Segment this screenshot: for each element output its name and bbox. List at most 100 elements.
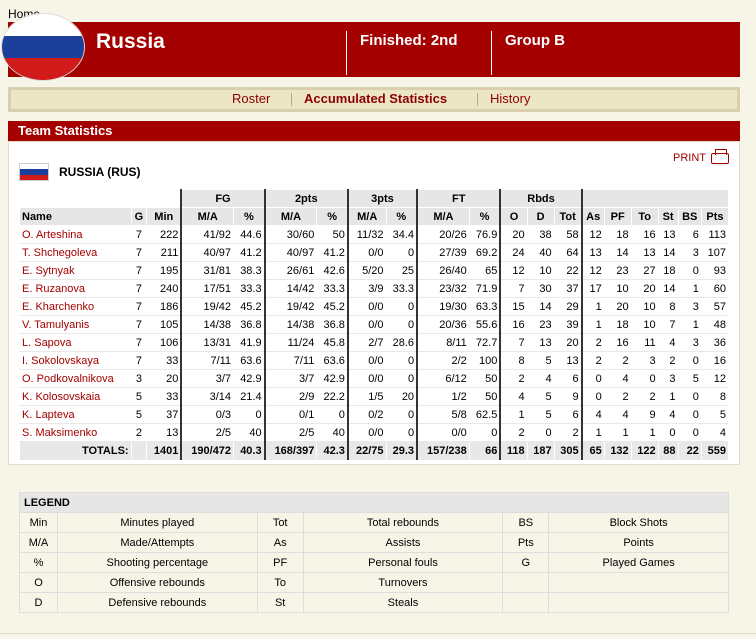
player-name-link[interactable]: S. Maksimenko [19,423,132,442]
stat-cell: 71.9 [468,279,501,298]
total-cell: 305 [553,441,583,460]
stat-cell: 3 [130,369,148,388]
column-header: PF [603,207,632,226]
tab-accumulated-statistics[interactable]: Accumulated Statistics [304,91,447,106]
legend-title: LEGEND [19,492,729,513]
stat-cell: 39 [553,315,583,334]
legend-row: O Offensive rebounds To Turnovers [19,572,729,593]
stat-cell: 28.6 [385,333,418,352]
table-row: K. Lapteva 5 37 0/3 0 0/1 0 0/2 0 5/8 62.5 1 5 6 4 4 9 4 0… [19,405,730,424]
fg-group-header: FG [180,189,266,208]
stat-cell: 12 [580,261,605,280]
stat-cell: 0/0 [346,423,387,442]
stat-cell: 0/1 [263,405,318,424]
stat-cell: 23 [603,261,632,280]
stat-cell: 1 [499,405,528,424]
stat-cell: 62.5 [468,405,501,424]
total-cell: 187 [526,441,555,460]
stat-cell: 25 [385,261,418,280]
stat-cell: 3 [677,333,702,352]
total-cell: 190/472 [180,441,235,460]
stat-cell: 0 [385,315,418,334]
stat-cell: 40/97 [263,243,318,262]
player-name-link[interactable]: K. Lapteva [19,405,132,424]
stat-cell: 5 [130,405,148,424]
column-header: O [499,207,528,226]
player-name-link[interactable]: V. Tamulyanis [19,315,132,334]
legend-description: Steals [302,592,504,613]
stat-cell: 36.8 [233,315,266,334]
tab-history[interactable]: History [490,91,530,106]
legend-row: D Defensive rebounds St Steals [19,592,729,613]
legend-description [548,572,729,593]
player-name-link[interactable]: E. Ruzanova [19,279,132,298]
column-header: % [468,207,501,226]
player-name-link[interactable]: K. Kolosovskaia [19,387,132,406]
stat-cell: 38 [526,225,555,244]
stat-cell: 45.2 [316,297,349,316]
stat-cell: 41.2 [316,243,349,262]
table-row: T. Shchegoleva 7 211 40/97 41.2 40/97 41.2 0/0 0… [19,243,730,262]
stat-cell: 22.2 [316,387,349,406]
stat-cell: 2 [603,387,632,406]
stat-cell: 12 [580,225,605,244]
stat-cell: 2 [553,423,583,442]
totals-row: TOTALS: 1401 190/472 40.3 168/397 42.3 22/75 29… [19,441,730,460]
player-name-link[interactable]: O. Arteshina [19,225,132,244]
stat-cell: 4 [526,369,555,388]
stat-cell: 45.2 [233,297,266,316]
stat-cell: 16 [630,225,659,244]
legend-abbr: Pts [502,532,550,553]
stat-cell: 5 [677,369,702,388]
player-name-link[interactable]: O. Podkovalnikova [19,369,132,388]
stat-cell: 106 [146,333,182,352]
legend-description: Defensive rebounds [56,592,258,613]
player-name-link[interactable]: L. Sapova [19,333,132,352]
stat-cell: 1 [580,315,605,334]
player-name-link[interactable]: T. Shchegoleva [19,243,132,262]
print-link[interactable]: PRINT [673,152,706,164]
legend-description: Assists [302,532,504,553]
stat-cell: 211 [146,243,182,262]
stat-cell: 1/5 [346,387,387,406]
stat-cell: 2 [657,351,679,370]
column-header: M/A [180,207,235,226]
russia-flag-icon [19,163,49,181]
legend-abbr: To [256,572,304,593]
stat-cell: 7 [130,261,148,280]
player-name-link[interactable]: E. Sytnyak [19,261,132,280]
stat-cell: 1 [580,423,605,442]
legend-description: Total rebounds [302,512,504,533]
stat-cell: 36 [700,333,730,352]
column-header: To [630,207,659,226]
tab-roster[interactable]: Roster [232,91,270,106]
stat-cell: 18 [603,315,632,334]
stat-cell: 57 [700,297,730,316]
legend-abbr: % [19,552,58,573]
stat-cell: 8 [657,297,679,316]
player-name-link[interactable]: E. Kharchenko [19,297,132,316]
stat-cell: 40 [233,423,266,442]
column-header-row: Name G Min M/A% M/A% M/A% M/A% O D Tot As PF To St BS P… [19,207,730,226]
column-header: % [385,207,418,226]
stat-cell: 2/2 [416,351,470,370]
printer-icon[interactable] [711,149,729,164]
stat-cell: 0 [385,351,418,370]
stat-cell: 14 [526,297,555,316]
stat-cell: 7 [130,333,148,352]
stat-cell: 3/14 [180,387,235,406]
stat-cell: 0/0 [346,351,387,370]
stat-cell: 0 [385,243,418,262]
stat-cell: 2/5 [263,423,318,442]
stat-cell: 63.6 [316,351,349,370]
table-row: S. Maksimenko 2 13 2/5 40 2/5 40 0/0 0 0/0 0 2 0 2 1 1 1… [19,423,730,442]
stat-cell: 45.8 [316,333,349,352]
player-name-link[interactable]: I. Sokolovskaya [19,351,132,370]
stat-cell: 20/26 [416,225,470,244]
stat-cell: 0 [580,369,605,388]
stat-cell: 4 [657,405,679,424]
legend-description: Points [548,532,729,553]
stat-cell: 13 [526,333,555,352]
stat-cell: 14 [657,243,679,262]
rbds-group-header: Rbds [499,189,583,208]
